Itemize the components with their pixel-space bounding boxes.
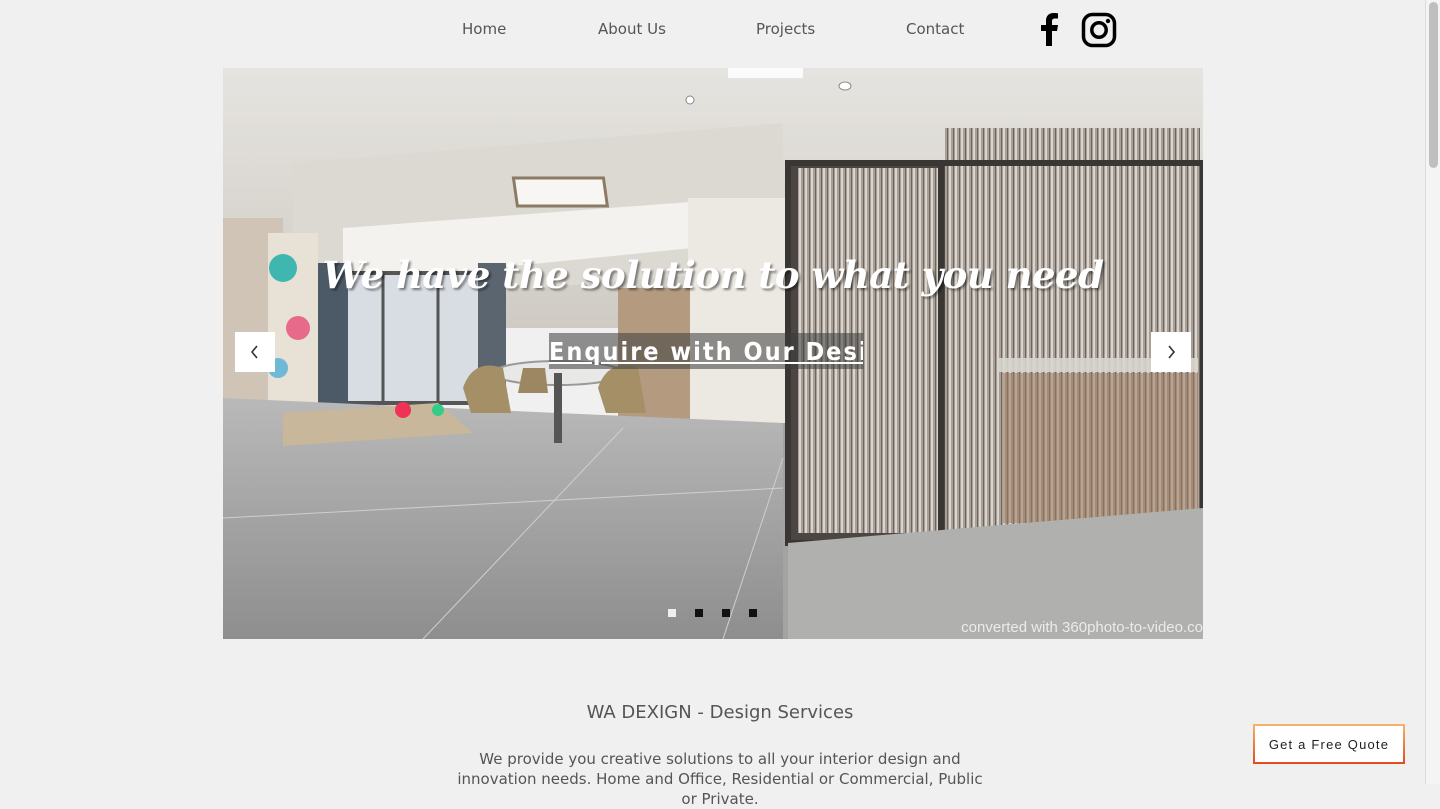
nav-about-us[interactable]: About Us: [598, 20, 666, 38]
slide-dot-4[interactable]: [749, 609, 757, 617]
section-title: WA DEXIGN - Design Services: [586, 702, 854, 723]
get-free-quote-button[interactable]: Get a Free Quote: [1253, 724, 1405, 764]
facebook-icon[interactable]: [1032, 12, 1068, 48]
section-description: We provide you creative solutions to all…: [457, 750, 983, 808]
hero-headline: We have the solution to what you need: [322, 253, 1104, 297]
slide-prev-button[interactable]: [235, 332, 275, 372]
nav-projects[interactable]: Projects: [756, 20, 815, 38]
slide-indicator: [668, 609, 757, 617]
nav-contact[interactable]: Contact: [906, 20, 964, 38]
nav-home[interactable]: Home: [462, 20, 506, 38]
enquire-designer-link[interactable]: Enquire with Our Designer: [549, 333, 863, 369]
page-scrollbar[interactable]: [1425, 0, 1440, 784]
video-watermark: converted with 360photo-to-video.co: [961, 619, 1203, 636]
top-navigation: Home About Us Projects Contact: [0, 0, 1425, 60]
scrollbar-thumb[interactable]: [1429, 2, 1438, 168]
chevron-right-icon: [1168, 345, 1176, 359]
chevron-left-icon: [250, 345, 258, 359]
slide-dot-2[interactable]: [695, 609, 703, 617]
slide-dot-3[interactable]: [722, 609, 730, 617]
instagram-icon[interactable]: [1081, 12, 1117, 48]
slide-next-button[interactable]: [1151, 332, 1191, 372]
hero-slideshow: We have the solution to what you need En…: [223, 68, 1203, 639]
slide-dot-1[interactable]: [668, 609, 676, 617]
